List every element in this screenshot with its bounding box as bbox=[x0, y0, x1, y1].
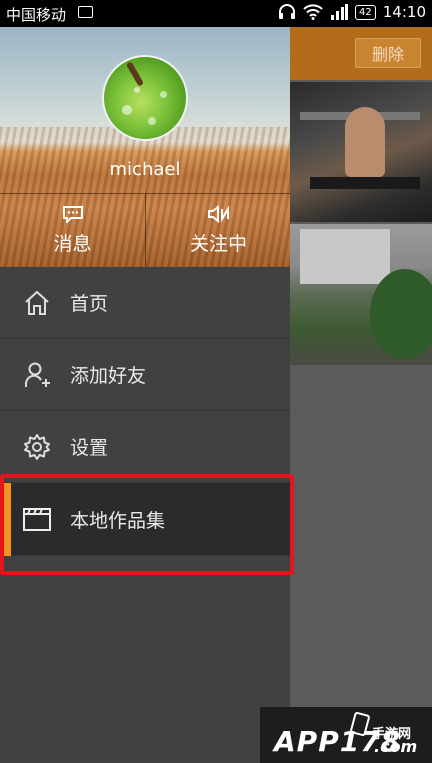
username: michael bbox=[109, 159, 181, 180]
drawer-header: michael 消息 关注中 bbox=[0, 27, 290, 267]
status-icons: 42 14:10 bbox=[278, 3, 426, 21]
home-icon bbox=[22, 288, 52, 318]
message-icon bbox=[62, 206, 83, 223]
menu-item-label: 首页 bbox=[70, 293, 109, 315]
headphones-icon bbox=[279, 4, 296, 19]
wifi-icon bbox=[303, 4, 323, 20]
street-photo-thumbnail[interactable] bbox=[290, 224, 432, 365]
messages-button[interactable]: 消息 bbox=[0, 194, 145, 267]
watermark-domain: .com bbox=[374, 737, 418, 756]
clock: 14:10 bbox=[382, 3, 426, 21]
navigation-drawer: michael 消息 关注中 首页 添加好友 设置 本地作品集 bbox=[0, 27, 290, 763]
add-friend-icon bbox=[22, 360, 52, 390]
menu-item-label: 设置 bbox=[70, 437, 109, 459]
gear-icon bbox=[22, 432, 52, 462]
following-label: 关注中 bbox=[189, 233, 247, 255]
delete-button[interactable]: 删除 bbox=[355, 38, 421, 68]
following-button[interactable]: 关注中 bbox=[146, 194, 290, 267]
folder-icon bbox=[22, 504, 52, 534]
active-indicator bbox=[4, 483, 11, 556]
signal-icon bbox=[331, 4, 349, 20]
menu-item-settings[interactable]: 设置 bbox=[0, 411, 290, 483]
avatar[interactable] bbox=[102, 55, 188, 141]
status-bar: 中国移动 42 14:10 bbox=[0, 0, 432, 27]
menu-item-label: 添加好友 bbox=[70, 365, 147, 387]
menu-item-label: 本地作品集 bbox=[70, 509, 166, 532]
menu-item-home[interactable]: 首页 bbox=[0, 267, 290, 339]
watermark-logo: APP178 手游网 .com bbox=[260, 707, 432, 763]
carrier-label: 中国移动 bbox=[6, 6, 67, 24]
menu-item-local-collection[interactable]: 本地作品集 bbox=[0, 483, 290, 556]
gym-photo-thumbnail[interactable] bbox=[290, 82, 432, 222]
following-icon bbox=[207, 205, 229, 223]
drawer-menu: 首页 添加好友 设置 本地作品集 bbox=[0, 267, 290, 556]
image-notification-icon bbox=[78, 6, 93, 18]
battery-indicator: 42 bbox=[355, 4, 376, 20]
messages-label: 消息 bbox=[53, 233, 92, 255]
menu-item-add-friend[interactable]: 添加好友 bbox=[0, 339, 290, 411]
